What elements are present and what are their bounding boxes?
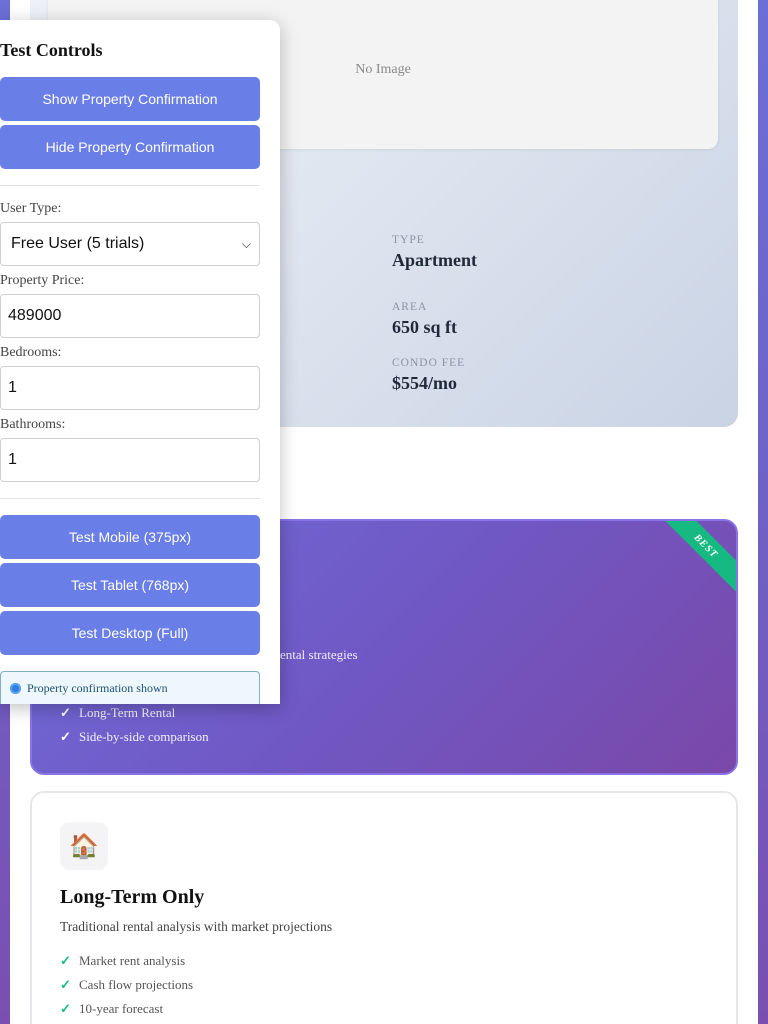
blue-circle-icon <box>10 682 21 694</box>
test-controls-panel: Test Controls Show Property Confirmation… <box>0 20 280 704</box>
feature-text: Cash flow projections <box>79 977 194 992</box>
price-input[interactable]: 489000 <box>0 294 260 338</box>
feature-item: ✓ Cash flow projections <box>60 973 193 997</box>
detail-label: TYPE <box>392 234 425 246</box>
bathrooms-value: 1 <box>8 451 17 468</box>
no-image-text: No Image <box>355 61 411 77</box>
checkmark-icon: ✓ <box>60 977 71 992</box>
status-message: Property confirmation shown <box>0 671 260 704</box>
bathrooms-label: Bathrooms: <box>0 417 66 432</box>
detail-label: AREA <box>392 301 428 313</box>
best-ribbon: BEST <box>655 521 736 597</box>
user-type-label: User Type: <box>0 201 62 216</box>
user-type-value: Free User (5 trials) <box>11 235 145 252</box>
user-type-select[interactable]: Free User (5 trials) ⌵ <box>0 222 260 266</box>
status-text: Property confirmation shown <box>27 680 168 695</box>
feature-item: ✓ Market rent analysis <box>60 949 193 973</box>
chevron-down-icon: ⌵ <box>241 236 251 251</box>
show-confirmation-button[interactable]: Show Property Confirmation <box>0 77 260 121</box>
bathrooms-input[interactable]: 1 <box>0 438 260 482</box>
hide-confirmation-button[interactable]: Hide Property Confirmation <box>0 125 260 169</box>
checkmark-icon: ✓ <box>60 705 71 720</box>
strategy-description: Traditional rental analysis with market … <box>60 919 333 934</box>
strategy-description: ental strategies <box>280 647 358 662</box>
test-desktop-button[interactable]: Test Desktop (Full) <box>0 611 260 655</box>
feature-item: ✓ 10-year forecast <box>60 997 193 1021</box>
detail-type: TYPE Apartment <box>392 234 477 271</box>
divider <box>0 185 260 186</box>
feature-item: ✓ Long-Term Rental <box>60 701 209 725</box>
checkmark-icon: ✓ <box>60 1001 71 1016</box>
detail-value: $554/mo <box>392 373 457 393</box>
house-icon: 🏠 <box>60 822 108 870</box>
price-label: Property Price: <box>0 273 85 288</box>
detail-area: AREA 650 sq ft <box>392 301 457 338</box>
feature-list: ✓ Market rent analysis ✓ Cash flow proje… <box>60 949 193 1021</box>
strategy-card-long-term[interactable]: 🏠 Long-Term Only Traditional rental anal… <box>30 791 738 1024</box>
test-controls-title: Test Controls <box>0 40 103 60</box>
test-tablet-button[interactable]: Test Tablet (768px) <box>0 563 260 607</box>
detail-value: 650 sq ft <box>392 317 458 337</box>
checkmark-icon: ✓ <box>60 729 71 744</box>
feature-text: Long-Term Rental <box>79 705 176 720</box>
bedrooms-label: Bedrooms: <box>0 345 62 360</box>
price-value: 489000 <box>8 307 62 324</box>
feature-text: Side-by-side comparison <box>79 729 209 744</box>
bedrooms-value: 1 <box>8 379 17 396</box>
checkmark-icon: ✓ <box>60 953 71 968</box>
test-mobile-button[interactable]: Test Mobile (375px) <box>0 515 260 559</box>
feature-text: Market rent analysis <box>79 953 186 968</box>
detail-label: CONDO FEE <box>392 357 466 369</box>
feature-item: ✓ Side-by-side comparison <box>60 725 209 749</box>
detail-value: Apartment <box>392 250 477 270</box>
feature-text: 10-year forecast <box>79 1001 164 1016</box>
divider <box>0 498 260 499</box>
feature-list: ✓ Long-Term Rental ✓ Side-by-side compar… <box>60 701 209 749</box>
strategy-title: Long-Term Only <box>60 886 205 908</box>
detail-condo-fee: CONDO FEE $554/mo <box>392 357 465 394</box>
bedrooms-input[interactable]: 1 <box>0 366 260 410</box>
